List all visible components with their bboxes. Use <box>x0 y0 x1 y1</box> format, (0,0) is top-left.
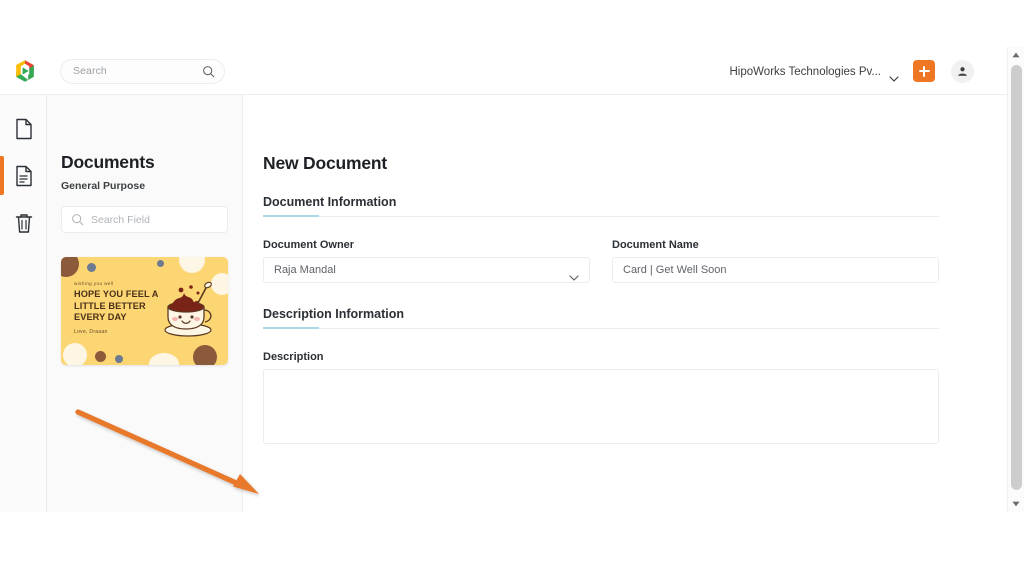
document-card-thumbnail[interactable]: wishing you well HOPE YOU FEEL A LITTLE … <box>61 257 228 365</box>
page-title: New Document <box>263 153 388 173</box>
decor-dot <box>95 351 106 362</box>
section-document-information: Document Information Document Owner Raja… <box>263 195 939 283</box>
description-textarea[interactable] <box>263 369 939 444</box>
card-headline-line2: LITTLE BETTER <box>74 300 146 311</box>
add-new-button[interactable] <box>913 60 935 82</box>
card-greeting: wishing you well <box>74 281 114 286</box>
card-headline-line3: EVERY DAY <box>74 312 127 322</box>
search-icon <box>202 65 215 78</box>
card-headline-line1: HOPE YOU FEEL A <box>74 289 159 299</box>
plus-icon-vertical <box>923 65 925 77</box>
scroll-up-arrow-icon[interactable] <box>1008 47 1024 63</box>
hexagon-play-logo-icon[interactable] <box>12 58 38 84</box>
org-name-label: HipoWorks Technologies Pv... <box>729 66 882 78</box>
section-heading: Document Information <box>263 195 939 217</box>
coffee-cup-icon <box>158 279 220 339</box>
documents-sidebar: Documents General Purpose Search Field w… <box>47 95 243 512</box>
sidebar-title: Documents <box>61 152 155 172</box>
document-lines-icon <box>15 165 32 186</box>
global-search-input[interactable]: Search <box>60 59 225 84</box>
field-document-name: Document Name Card | Get Well Soon <box>612 239 939 283</box>
decor-dot <box>115 355 123 363</box>
org-switcher[interactable]: HipoWorks Technologies Pv... <box>729 63 900 82</box>
user-avatar-icon <box>958 67 967 76</box>
decor-dot <box>193 345 217 365</box>
trash-icon <box>15 213 32 233</box>
document-owner-value: Raja Mandal <box>274 264 336 276</box>
field-row: Document Owner Raja Mandal Document Name <box>263 239 939 283</box>
decor-dot <box>63 343 87 365</box>
field-description: Description <box>263 351 939 444</box>
chevron-down-icon <box>889 69 899 82</box>
app-window: Search HipoWorks Technologies Pv... Docu… <box>0 47 1024 512</box>
document-owner-select[interactable]: Raja Mandal <box>263 257 590 283</box>
scroll-down-arrow-icon[interactable] <box>1008 496 1024 512</box>
section-heading: Description Information <box>263 307 939 329</box>
field-label: Description <box>263 351 324 363</box>
search-icon <box>71 213 84 226</box>
account-avatar-button[interactable] <box>951 60 974 83</box>
decor-dot <box>179 257 205 273</box>
scrollbar-thumb[interactable] <box>1011 65 1022 490</box>
card-signature: Love, Draaan <box>74 328 108 335</box>
main-content: New Document Document Information Docume… <box>243 95 1007 512</box>
global-search-placeholder: Search <box>73 65 107 77</box>
document-name-value: Card | Get Well Soon <box>623 264 727 276</box>
decor-dot <box>87 263 96 272</box>
decor-dot <box>149 353 179 365</box>
sidebar-search-input[interactable]: Search Field <box>61 206 228 233</box>
icon-rail <box>0 95 47 512</box>
sidebar-search-placeholder: Search Field <box>91 214 150 226</box>
document-name-input[interactable]: Card | Get Well Soon <box>612 257 939 283</box>
vertical-scrollbar[interactable] <box>1007 47 1024 512</box>
decor-dot <box>61 257 79 277</box>
sidebar-subtitle: General Purpose <box>61 180 146 192</box>
rail-item-documents-active[interactable] <box>0 152 47 199</box>
screenshot-root: Search HipoWorks Technologies Pv... Docu… <box>0 0 1024 576</box>
document-blank-icon <box>15 118 32 139</box>
rail-item-documents-blank[interactable] <box>0 105 47 152</box>
field-label: Document Owner <box>263 239 355 251</box>
section-description-information: Description Information Description <box>263 307 939 444</box>
card-text-block: wishing you well HOPE YOU FEEL A LITTLE … <box>74 281 166 335</box>
chevron-down-icon <box>569 268 579 281</box>
top-bar: Search HipoWorks Technologies Pv... <box>0 47 1007 95</box>
rail-top-spacer <box>0 95 46 105</box>
field-label: Document Name <box>612 239 699 251</box>
decor-dot <box>157 260 164 267</box>
rail-item-trash[interactable] <box>0 199 47 246</box>
field-document-owner: Document Owner Raja Mandal <box>263 239 590 283</box>
